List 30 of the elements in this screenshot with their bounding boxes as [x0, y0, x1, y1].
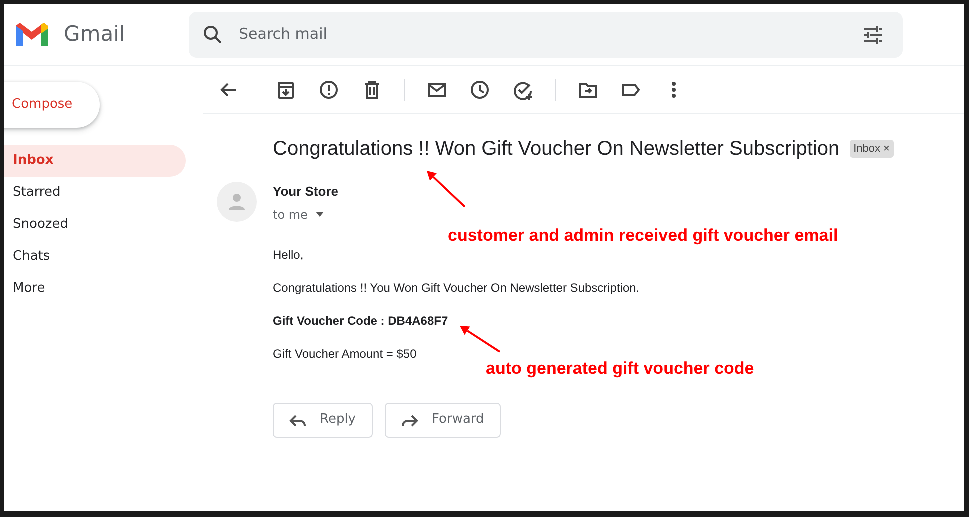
- search-field[interactable]: Search mail: [237, 22, 863, 47]
- sidebar-item[interactable]: Inbox: [4, 145, 186, 177]
- email-body-text: Gift Voucher Code : DB4A68F7: [273, 312, 450, 330]
- caret-icon[interactable]: [316, 212, 324, 217]
- sidebar-item[interactable]: Snoozed: [4, 209, 186, 241]
- gmail-logo: [14, 21, 50, 48]
- report-spam-icon[interactable]: [318, 78, 340, 100]
- email-body-text: Gift Voucher Amount = $50: [273, 346, 418, 362]
- annotation-arrow: [460, 326, 501, 353]
- avatar: [217, 182, 257, 222]
- clock-icon[interactable]: [469, 78, 491, 100]
- sender-name: Your Store: [273, 183, 338, 201]
- forward-button[interactable]: Forward: [385, 402, 502, 438]
- search-bar[interactable]: Search mail: [189, 12, 903, 58]
- annotation-text: auto generated gift voucher code: [486, 358, 754, 380]
- reply-button[interactable]: Reply: [273, 402, 374, 438]
- sidebar-item[interactable]: Chats: [4, 241, 186, 273]
- annotation-arrow: [427, 171, 466, 208]
- sidebar-item[interactable]: More: [4, 273, 186, 305]
- search-icon[interactable]: [203, 24, 223, 44]
- annotation-text: customer and admin received gift voucher email: [448, 225, 838, 247]
- email-body-text: Hello,: [273, 246, 305, 264]
- email-subject: Congratulations !! Won Gift Voucher On Newsletter Subscription: [273, 137, 840, 162]
- inbox-label-chip[interactable]: Inbox ×: [850, 140, 894, 158]
- email-body-text: Congratulations !! You Won Gift Voucher On Newsletter Subscription.: [273, 280, 641, 296]
- app-name: Gmail: [64, 20, 126, 48]
- recipient-text: to me: [273, 206, 308, 224]
- filter-options-icon[interactable]: [863, 26, 883, 44]
- sidebar-item[interactable]: Starred: [4, 177, 186, 209]
- compose-button[interactable]: Compose: [4, 82, 100, 128]
